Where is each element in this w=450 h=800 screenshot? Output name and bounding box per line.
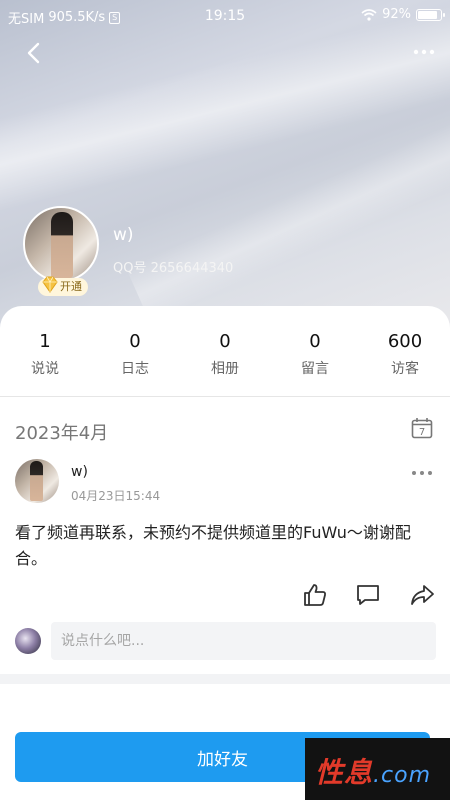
diamond-icon <box>42 276 58 293</box>
vip-badge[interactable]: 开通 <box>38 276 88 296</box>
current-user-avatar <box>15 628 41 654</box>
post-author-avatar[interactable] <box>15 459 59 503</box>
stat-label: 说说 <box>31 361 59 377</box>
stat-value: 1 <box>39 331 51 352</box>
post-timestamp: 04月23日15:44 <box>71 489 161 503</box>
stat-label: 相册 <box>211 361 239 377</box>
divider <box>0 396 450 397</box>
post-author-name[interactable]: w) <box>71 464 88 480</box>
watermark-logo: 性息.com <box>305 738 450 800</box>
like-button[interactable] <box>302 582 328 608</box>
qq-number: QQ号 2656644340 <box>113 261 234 276</box>
battery-icon <box>416 8 445 21</box>
stat-label: 留言 <box>301 361 329 377</box>
battery-percent: 92% <box>382 7 411 22</box>
stat-value: 0 <box>219 331 231 352</box>
vip-label: 开通 <box>60 280 82 293</box>
stat-label: 日志 <box>121 361 149 377</box>
profile-content-card: 1 说说 0 日志 0 相册 0 留言 600 访客 2023年4月 7 w) … <box>0 306 450 800</box>
section-separator <box>0 674 450 684</box>
stat-shuoshuo[interactable]: 1 说说 <box>0 331 90 378</box>
profile-name: w) <box>113 225 134 245</box>
share-button[interactable] <box>409 582 435 608</box>
post-more-button[interactable] <box>410 466 434 480</box>
stat-label: 访客 <box>391 361 419 377</box>
comment-input[interactable] <box>51 622 436 660</box>
post-content: 看了频道再联系，未预约不提供频道里的FuWu～谢谢配合。 <box>15 523 411 568</box>
stat-album[interactable]: 0 相册 <box>180 331 270 378</box>
stat-messages[interactable]: 0 留言 <box>270 331 360 378</box>
profile-avatar[interactable] <box>23 206 99 282</box>
status-bar: 无SIM 905.5K/s S 19:15 92% <box>0 0 450 32</box>
stat-blog[interactable]: 0 日志 <box>90 331 180 378</box>
stat-value: 600 <box>387 331 423 352</box>
comment-button[interactable] <box>355 582 381 608</box>
more-options-button[interactable] <box>410 42 438 62</box>
stats-row: 1 说说 0 日志 0 相册 0 留言 600 访客 <box>0 331 450 378</box>
calendar-day: 7 <box>419 427 425 438</box>
watermark-text: 性息 <box>315 756 374 789</box>
stat-value: 0 <box>309 331 321 352</box>
back-button[interactable] <box>22 40 48 66</box>
stat-visitors[interactable]: 600 访客 <box>360 331 450 378</box>
calendar-icon[interactable]: 7 <box>411 417 433 439</box>
timeline-month: 2023年4月 <box>15 423 109 444</box>
wifi-icon <box>361 8 377 21</box>
stat-value: 0 <box>129 331 141 352</box>
watermark-domain: .com <box>373 763 431 788</box>
